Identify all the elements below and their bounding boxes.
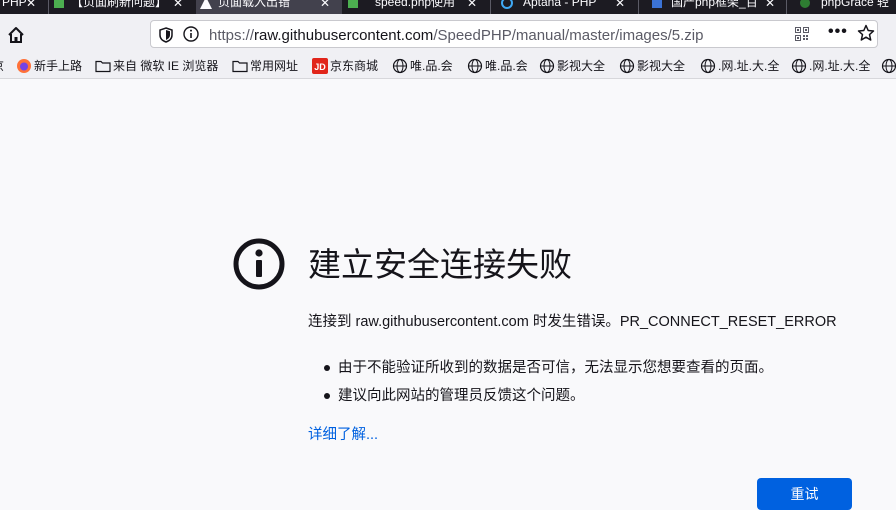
folder-icon [232,60,248,73]
tab-close-icon[interactable]: ✕ [26,0,36,10]
url-scheme: https:// [209,27,255,44]
tab-close-icon[interactable]: ✕ [615,0,625,10]
bookmarks-toolbar: 京 新手上路 来自 微软 IE 浏览器 常用网址 JD 京东商城 唯.品.会 [0,54,896,79]
bookmark-label: .网.址.大.全 [809,59,871,73]
page-icon [652,0,662,8]
home-icon[interactable] [6,25,26,45]
firefox-icon [17,59,31,73]
tab-4[interactable]: speed.php使用 ✕ [343,0,489,14]
page-actions-menu-icon[interactable]: ••• [828,23,848,41]
tab-label: PHP [2,0,27,9]
bookmark-label: 京东商城 [330,59,379,73]
tracking-shield-icon[interactable] [159,27,173,43]
tab-label: phpGrace 轻 [821,0,890,9]
qr-code-icon[interactable] [795,27,809,41]
navigation-toolbar: https://raw.githubusercontent.com/SpeedP… [0,14,896,54]
url-host: raw.githubusercontent.com [254,27,434,44]
globe-icon [392,58,408,74]
jd-icon: JD [312,58,328,74]
bullet-icon [324,365,330,371]
globe-icon [539,58,555,74]
bookmark-label: 唯.品.会 [485,59,528,73]
bookmark-partial[interactable]: 京 [0,58,4,74]
address-bar[interactable]: https://raw.githubusercontent.com/SpeedP… [150,20,878,48]
bookmark-label: 唯.品.会 [410,59,453,73]
info-icon [233,238,285,290]
bookmark-label: 来自 微软 IE 浏览器 [113,59,219,73]
bookmark-label: .网.址.大.全 [718,59,780,73]
url-path: /SpeedPHP/manual/master/images/5.zip [433,27,704,44]
tab-close-icon[interactable]: ✕ [320,0,330,10]
learn-more-link[interactable]: 详细了解... [308,423,378,444]
error-description: 连接到 raw.githubusercontent.com 时发生错误。PR_C… [308,314,837,330]
list-item-text: 建议向此网站的管理员反馈这个问题。 [338,388,585,404]
bookmark-label: 常用网址 [250,59,299,73]
tab-3[interactable]: 页面载入出错 ✕ [196,0,342,14]
tab-close-icon[interactable]: ✕ [467,0,477,10]
tab-label: 国产php框架_百 [671,0,758,9]
url-text[interactable]: https://raw.githubusercontent.com/SpeedP… [209,27,703,44]
tab-close-icon[interactable]: ✕ [765,0,775,10]
tab-5[interactable]: Aptana - PHP ✕ [491,0,637,14]
aptana-icon [501,0,513,9]
tab-label: 【页面刷新问题】 [71,0,168,9]
cube-icon [54,0,64,8]
bookmark-star-icon[interactable] [857,24,875,42]
bookmark-label: 新手上路 [34,59,83,73]
globe-icon [467,58,483,74]
list-item: 由于不能验证所收到的数据是否可信，无法显示您想要查看的页面。 [308,358,773,386]
tab-label: 页面载入出错 [218,0,291,9]
cube-icon [348,0,358,8]
site-info-icon[interactable] [183,26,199,42]
tab-2[interactable]: 【页面刷新问题】 ✕ [49,0,195,14]
list-item-text: 由于不能验证所收到的数据是否可信，无法显示您想要查看的页面。 [338,360,773,376]
bookmark-label: 京 [0,58,4,74]
bookmark-label: 影视大全 [557,59,606,73]
bullet-icon [324,393,330,399]
tab-label: Aptana - PHP [523,0,597,9]
warning-icon [200,0,212,9]
tab-label: speed.php使用 [375,0,456,9]
bookmark-label: 影视大全 [637,59,686,73]
globe-icon [791,58,807,74]
globe-icon [700,58,716,74]
tab-strip: PHP ✕ 【页面刷新问题】 ✕ 页面载入出错 ✕ speed.php使用 ✕ … [0,0,896,14]
folder-icon [95,60,111,73]
globe-icon [881,58,896,74]
globe-icon [619,58,635,74]
leaf-icon [800,0,810,8]
svg-text:JD: JD [314,62,326,72]
list-item: 建议向此网站的管理员反馈这个问题。 [308,386,773,414]
tab-close-icon[interactable]: ✕ [173,0,183,10]
error-title: 建立安全连接失败 [308,246,572,283]
try-again-button[interactable]: 重试 [757,478,852,510]
tab-1[interactable]: PHP ✕ [0,0,48,14]
error-reasons-list: 由于不能验证所收到的数据是否可信，无法显示您想要查看的页面。 建议向此网站的管理… [308,358,773,414]
tab-7[interactable]: phpGrace 轻 [787,0,896,14]
tab-6[interactable]: 国产php框架_百 ✕ [639,0,785,14]
